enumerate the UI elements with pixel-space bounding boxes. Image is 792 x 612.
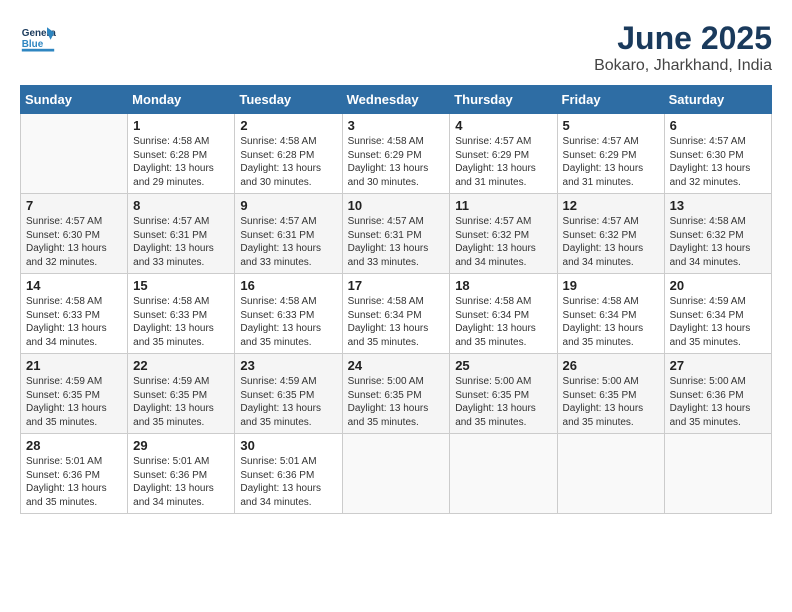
list-item: 19 Sunrise: 4:58 AMSunset: 6:34 PMDaylig… — [557, 274, 664, 354]
empty-cell — [664, 434, 771, 514]
col-saturday: Saturday — [664, 86, 771, 114]
col-monday: Monday — [128, 86, 235, 114]
list-item: 13 Sunrise: 4:58 AMSunset: 6:32 PMDaylig… — [664, 194, 771, 274]
list-item: 6 Sunrise: 4:57 AMSunset: 6:30 PMDayligh… — [664, 114, 771, 194]
list-item: 25 Sunrise: 5:00 AMSunset: 6:35 PMDaylig… — [450, 354, 557, 434]
calendar-table: Sunday Monday Tuesday Wednesday Thursday… — [20, 85, 772, 514]
list-item: 1 Sunrise: 4:58 AMSunset: 6:28 PMDayligh… — [128, 114, 235, 194]
list-item: 12 Sunrise: 4:57 AMSunset: 6:32 PMDaylig… — [557, 194, 664, 274]
list-item: 16 Sunrise: 4:58 AMSunset: 6:33 PMDaylig… — [235, 274, 342, 354]
calendar-subtitle: Bokaro, Jharkhand, India — [594, 57, 772, 75]
list-item: 3 Sunrise: 4:58 AMSunset: 6:29 PMDayligh… — [342, 114, 450, 194]
list-item: 30 Sunrise: 5:01 AMSunset: 6:36 PMDaylig… — [235, 434, 342, 514]
list-item: 18 Sunrise: 4:58 AMSunset: 6:34 PMDaylig… — [450, 274, 557, 354]
list-item: 14 Sunrise: 4:58 AMSunset: 6:33 PMDaylig… — [21, 274, 128, 354]
table-row: 1 Sunrise: 4:58 AMSunset: 6:28 PMDayligh… — [21, 114, 772, 194]
list-item: 8 Sunrise: 4:57 AMSunset: 6:31 PMDayligh… — [128, 194, 235, 274]
col-thursday: Thursday — [450, 86, 557, 114]
calendar-title: June 2025 — [594, 20, 772, 57]
list-item: 9 Sunrise: 4:57 AMSunset: 6:31 PMDayligh… — [235, 194, 342, 274]
calendar-header-row: Sunday Monday Tuesday Wednesday Thursday… — [21, 86, 772, 114]
table-row: 7 Sunrise: 4:57 AMSunset: 6:30 PMDayligh… — [21, 194, 772, 274]
list-item: 2 Sunrise: 4:58 AMSunset: 6:28 PMDayligh… — [235, 114, 342, 194]
list-item: 24 Sunrise: 5:00 AMSunset: 6:35 PMDaylig… — [342, 354, 450, 434]
table-row: 28 Sunrise: 5:01 AMSunset: 6:36 PMDaylig… — [21, 434, 772, 514]
list-item: 7 Sunrise: 4:57 AMSunset: 6:30 PMDayligh… — [21, 194, 128, 274]
list-item: 5 Sunrise: 4:57 AMSunset: 6:29 PMDayligh… — [557, 114, 664, 194]
empty-cell — [557, 434, 664, 514]
list-item: 26 Sunrise: 5:00 AMSunset: 6:35 PMDaylig… — [557, 354, 664, 434]
list-item: 27 Sunrise: 5:00 AMSunset: 6:36 PMDaylig… — [664, 354, 771, 434]
list-item: 17 Sunrise: 4:58 AMSunset: 6:34 PMDaylig… — [342, 274, 450, 354]
title-block: June 2025 Bokaro, Jharkhand, India — [594, 20, 772, 75]
list-item: 20 Sunrise: 4:59 AMSunset: 6:34 PMDaylig… — [664, 274, 771, 354]
page-header: General Blue June 2025 Bokaro, Jharkhand… — [20, 20, 772, 75]
list-item: 15 Sunrise: 4:58 AMSunset: 6:33 PMDaylig… — [128, 274, 235, 354]
list-item: 28 Sunrise: 5:01 AMSunset: 6:36 PMDaylig… — [21, 434, 128, 514]
list-item: 22 Sunrise: 4:59 AMSunset: 6:35 PMDaylig… — [128, 354, 235, 434]
table-row: 14 Sunrise: 4:58 AMSunset: 6:33 PMDaylig… — [21, 274, 772, 354]
logo-icon: General Blue — [20, 20, 56, 56]
empty-cell — [450, 434, 557, 514]
col-tuesday: Tuesday — [235, 86, 342, 114]
logo: General Blue — [20, 20, 56, 56]
list-item: 11 Sunrise: 4:57 AMSunset: 6:32 PMDaylig… — [450, 194, 557, 274]
col-sunday: Sunday — [21, 86, 128, 114]
table-row: 21 Sunrise: 4:59 AMSunset: 6:35 PMDaylig… — [21, 354, 772, 434]
empty-cell — [342, 434, 450, 514]
list-item: 21 Sunrise: 4:59 AMSunset: 6:35 PMDaylig… — [21, 354, 128, 434]
list-item: 23 Sunrise: 4:59 AMSunset: 6:35 PMDaylig… — [235, 354, 342, 434]
list-item: 4 Sunrise: 4:57 AMSunset: 6:29 PMDayligh… — [450, 114, 557, 194]
svg-text:Blue: Blue — [22, 39, 44, 50]
col-friday: Friday — [557, 86, 664, 114]
list-item: 10 Sunrise: 4:57 AMSunset: 6:31 PMDaylig… — [342, 194, 450, 274]
col-wednesday: Wednesday — [342, 86, 450, 114]
list-item: 29 Sunrise: 5:01 AMSunset: 6:36 PMDaylig… — [128, 434, 235, 514]
empty-cell — [21, 114, 128, 194]
